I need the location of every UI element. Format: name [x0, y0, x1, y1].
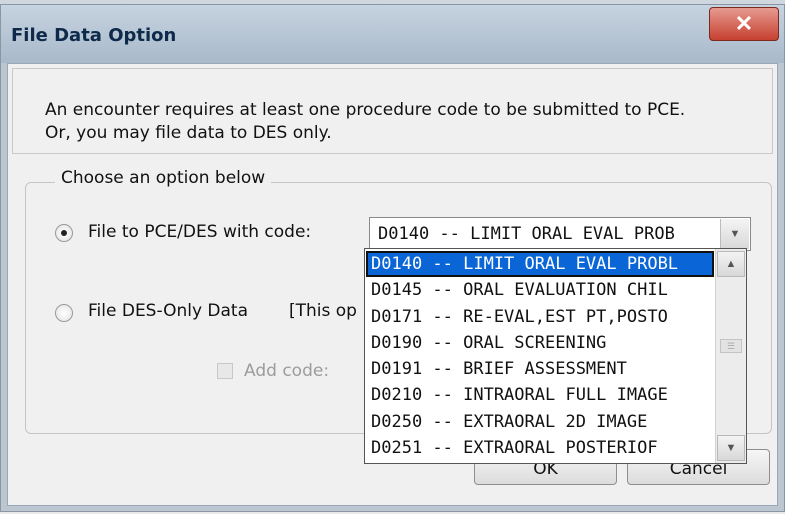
dropdown-item[interactable]: D0250 -- EXTRAORAL 2D IMAGE — [366, 409, 714, 435]
procedure-code-dropdown-list[interactable]: D0140 -- LIMIT ORAL EVAL PROBL D0145 -- … — [364, 248, 747, 464]
options-group-label: Choose an option below — [55, 168, 272, 188]
dropdown-item[interactable]: D0191 -- BRIEF ASSESSMENT — [366, 356, 714, 382]
radio-selected-dot — [61, 230, 67, 236]
radio-file-pce-des[interactable] — [55, 224, 73, 242]
dropdown-item[interactable]: D0171 -- RE-EVAL,EST PT,POSTO — [366, 304, 714, 330]
scroll-down-arrow-icon[interactable]: ▼ — [717, 435, 745, 461]
dropdown-item[interactable]: D0190 -- ORAL SCREENING — [366, 330, 714, 356]
message-line-1: An encounter requires at least one proce… — [45, 100, 686, 120]
add-code-checkbox[interactable] — [217, 363, 233, 379]
dropdown-items: D0140 -- LIMIT ORAL EVAL PROBL D0145 -- … — [366, 251, 714, 461]
window-title: File Data Option — [11, 25, 177, 46]
dropdown-item-selected[interactable]: D0140 -- LIMIT ORAL EVAL PROBL — [366, 251, 714, 278]
dropdown-item[interactable]: D0210 -- INTRAORAL FULL IMAGE — [366, 382, 714, 408]
radio-file-des-only-label[interactable]: File DES-Only Data — [88, 301, 248, 321]
add-code-label: Add code: — [244, 361, 330, 381]
close-button[interactable]: ✕ — [709, 7, 779, 41]
procedure-code-combo[interactable]: D0140 -- LIMIT ORAL EVAL PROB ▼ — [369, 217, 751, 251]
des-only-note: [This op — [289, 301, 357, 321]
message-panel: An encounter requires at least one proce… — [12, 68, 773, 154]
dropdown-item[interactable]: D0251 -- EXTRAORAL POSTERIOF — [366, 435, 714, 461]
scrollbar-thumb[interactable]: ☰ — [720, 339, 742, 353]
radio-file-pce-des-label[interactable]: File to PCE/DES with code: — [88, 222, 311, 242]
close-icon: ✕ — [734, 11, 754, 36]
dropdown-scrollbar[interactable]: ▲ ☰ ▼ — [715, 249, 746, 463]
title-bar[interactable]: File Data Option ✕ — [1, 5, 784, 63]
message-line-2: Or, you may file data to DES only. — [45, 123, 332, 143]
scroll-up-arrow-icon[interactable]: ▲ — [717, 251, 745, 277]
procedure-code-value: D0140 -- LIMIT ORAL EVAL PROB — [378, 224, 675, 244]
message-text: An encounter requires at least one proce… — [45, 99, 685, 145]
chevron-down-icon[interactable]: ▼ — [720, 219, 749, 249]
radio-file-des-only[interactable] — [55, 304, 73, 322]
dropdown-item[interactable]: D0145 -- ORAL EVALUATION CHIL — [366, 277, 714, 303]
